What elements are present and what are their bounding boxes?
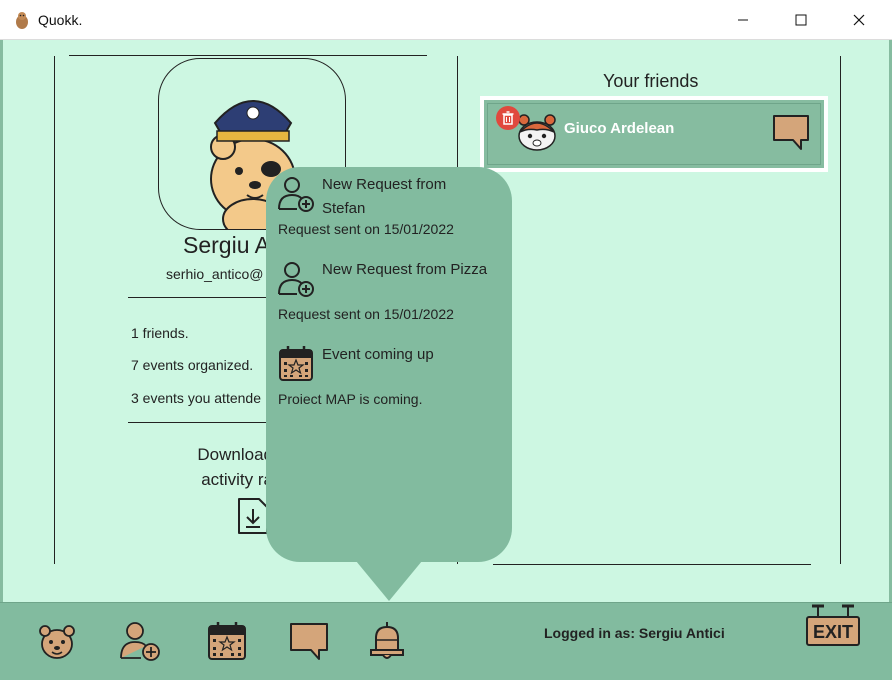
download-report-label: Download activity ra bbox=[173, 442, 273, 492]
notification-subtitle-3: Proiect MAP is coming. bbox=[278, 391, 423, 407]
notification-title-2-line1: New Request from Pizza bbox=[322, 261, 488, 278]
trash-icon bbox=[502, 111, 514, 125]
nav-notifications-button[interactable] bbox=[365, 619, 409, 663]
quokka-app-icon bbox=[16, 12, 28, 29]
friends-bottom-line bbox=[493, 564, 811, 565]
bottom-nav-bar: Logged in as: Sergiu Antici EXIT bbox=[0, 602, 892, 680]
add-friend-icon bbox=[120, 622, 160, 661]
notification-title-2[interactable]: New Request from Pizza bbox=[322, 258, 487, 282]
stat-events-organized: 7 events organized. bbox=[131, 357, 254, 373]
friend-card[interactable]: Giuco Ardelean bbox=[480, 96, 828, 172]
chat-icon[interactable] bbox=[771, 112, 811, 152]
notification-title-1-line1: New Request from bbox=[322, 176, 447, 193]
close-button[interactable] bbox=[830, 0, 888, 40]
download-label-line2: activity ra bbox=[201, 470, 273, 489]
exit-sign-icon: EXIT bbox=[806, 604, 860, 646]
main-content: Sergiu A serhio_antico@ 1 friends. 7 eve… bbox=[0, 40, 892, 602]
nav-calendar-button[interactable] bbox=[205, 619, 249, 663]
title-bar: Quokk. bbox=[0, 0, 892, 40]
chat-icon bbox=[290, 623, 328, 660]
nav-profile-button[interactable] bbox=[35, 619, 79, 663]
notification-title-3[interactable]: Event coming up bbox=[322, 343, 434, 367]
notification-subtitle-2: Request sent on 15/01/2022 bbox=[278, 306, 454, 322]
right-border-line bbox=[840, 56, 841, 564]
exit-label: EXIT bbox=[813, 622, 853, 642]
minimize-button[interactable] bbox=[714, 0, 772, 40]
nav-add-friend-button[interactable] bbox=[118, 619, 162, 663]
notification-title-1-line2: Stefan bbox=[322, 200, 366, 217]
delete-friend-button[interactable] bbox=[496, 106, 520, 130]
maximize-icon bbox=[795, 14, 807, 26]
stat-events-attended: 3 events you attende bbox=[131, 390, 261, 406]
friends-title: Your friends bbox=[603, 71, 699, 91]
stat-friends: 1 friends. bbox=[131, 325, 189, 341]
profile-name: Sergiu A bbox=[183, 232, 270, 258]
notifications-popup-tail bbox=[356, 561, 422, 601]
minimize-icon bbox=[738, 19, 748, 21]
add-user-icon bbox=[278, 262, 314, 297]
profile-icon bbox=[39, 625, 75, 659]
calendar-icon bbox=[208, 622, 246, 660]
bell-icon bbox=[370, 622, 404, 659]
profile-divider-top bbox=[128, 297, 268, 298]
friend-name: Giuco Ardelean bbox=[564, 120, 675, 137]
download-file-icon[interactable] bbox=[236, 496, 270, 536]
exit-button[interactable]: EXIT bbox=[803, 603, 863, 651]
profile-divider-bottom bbox=[128, 422, 268, 423]
window-title: Quokk. bbox=[38, 12, 83, 28]
calendar-icon bbox=[279, 346, 313, 381]
top-line bbox=[69, 55, 427, 56]
add-user-icon bbox=[278, 177, 314, 212]
left-border-line bbox=[54, 56, 55, 564]
maximize-button[interactable] bbox=[772, 0, 830, 40]
nav-chat-button[interactable] bbox=[287, 619, 331, 663]
profile-email: serhio_antico@ bbox=[166, 266, 264, 282]
notification-title-1[interactable]: New Request from Stefan bbox=[322, 173, 446, 221]
notification-subtitle-1: Request sent on 15/01/2022 bbox=[278, 221, 454, 237]
close-icon bbox=[853, 14, 865, 26]
hamster-avatar-icon bbox=[518, 114, 556, 151]
notification-title-3-line1: Event coming up bbox=[322, 346, 434, 363]
download-label-line1: Download bbox=[197, 445, 273, 464]
logged-in-label: Logged in as: Sergiu Antici bbox=[544, 625, 725, 641]
